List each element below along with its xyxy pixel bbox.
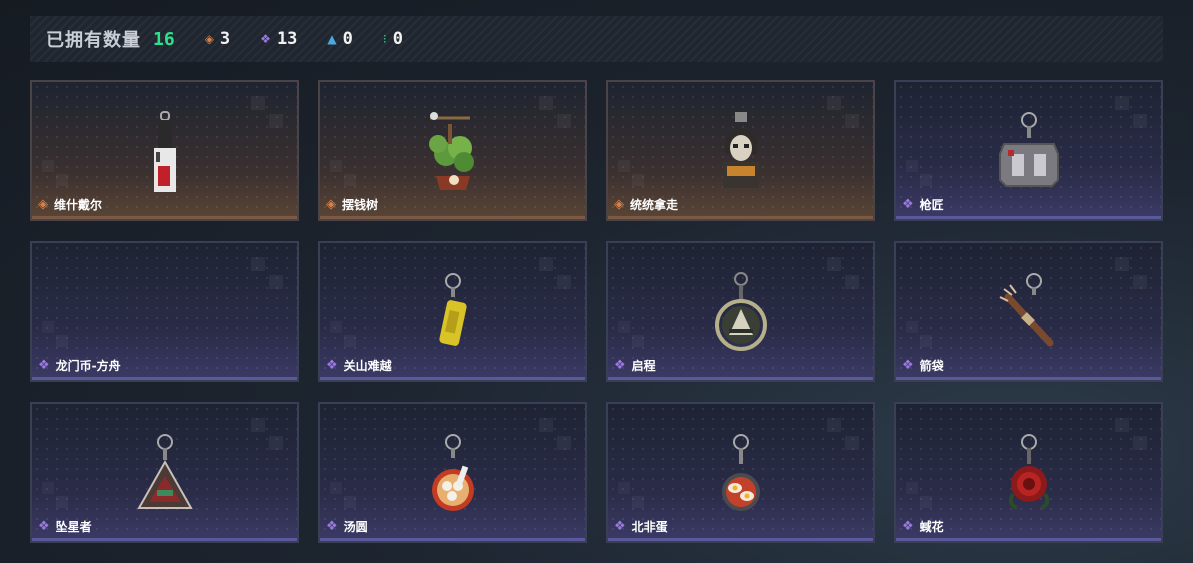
dots-green-icon: ⁝ xyxy=(382,32,387,46)
item-card[interactable]: ❖ 北非蛋 xyxy=(606,402,875,543)
item-name: 坠星者 xyxy=(55,520,92,534)
item-card[interactable]: ❖ 箭袋 xyxy=(894,241,1163,382)
item-name: 箭袋 xyxy=(919,359,944,373)
ring-medal-charm-icon xyxy=(714,272,767,351)
rarity-count-orange: 3 xyxy=(219,29,231,49)
rarity-stat-green: ⁝ 0 xyxy=(383,29,403,49)
red-rose-charm-icon xyxy=(1008,434,1049,510)
diamond-orange-icon: ◈ xyxy=(204,32,214,46)
item-name: 启程 xyxy=(631,359,656,373)
item-name: 枪匠 xyxy=(919,198,944,212)
triangles-blue-icon: ▲ xyxy=(327,32,337,46)
item-grid: ◈ 维什戴尔 ◈ 摆钱树 ◈ 统统拿走 ❖ 枪匠 ❖ 龙门币-方舟 ❖ 关山难越… xyxy=(30,80,1163,543)
item-card[interactable]: ◈ 摆钱树 xyxy=(318,80,587,221)
clover-purple-icon: ❖ xyxy=(260,32,271,46)
item-name: 摆钱树 xyxy=(342,198,379,212)
armor-plate-charm-icon xyxy=(998,112,1059,187)
item-card[interactable]: ◈ 维什戴尔 xyxy=(30,80,299,221)
item-card[interactable]: ❖ 启程 xyxy=(606,241,875,382)
triangle-badge-charm-icon xyxy=(136,434,193,509)
rarity-stat-orange: ◈ 3 xyxy=(205,29,230,49)
rarity-stat-blue: ▲ 0 xyxy=(327,29,352,49)
item-card[interactable]: ❖ 龙门币-方舟 xyxy=(30,241,299,382)
item-name: 北非蛋 xyxy=(631,520,668,534)
owned-summary-bar: 已拥有数量 16 ◈ 3 ❖ 13 ▲ 0 ⁝ 0 xyxy=(30,16,1163,62)
item-card[interactable]: ❖ 汤圆 xyxy=(318,402,587,543)
item-name: 汤圆 xyxy=(343,520,368,534)
yellow-can-charm-icon xyxy=(438,273,467,346)
rarity-stat-purple: ❖ 13 xyxy=(260,29,297,49)
mask-figure-charm-icon xyxy=(722,112,759,188)
item-card[interactable]: ◈ 统统拿走 xyxy=(606,80,875,221)
rarity-count-green: 0 xyxy=(392,29,403,49)
item-name: 关山难越 xyxy=(343,359,392,373)
item-card[interactable]: ❖ 坠星者 xyxy=(30,402,299,543)
rarity-count-purple: 13 xyxy=(276,29,298,49)
money-tree-charm-icon xyxy=(428,112,474,190)
item-card[interactable]: ❖ 关山难越 xyxy=(318,241,587,382)
dumpling-bowl-charm-icon xyxy=(431,434,474,511)
egg-pan-charm-icon xyxy=(721,434,760,511)
owned-count: 16 xyxy=(153,28,175,50)
rarity-count-blue: 0 xyxy=(342,29,353,49)
figure-charm-icon xyxy=(153,111,176,192)
owned-label: 已拥有数量 xyxy=(46,30,141,51)
item-name: 龙门币-方舟 xyxy=(55,359,121,373)
item-name: 统统拿走 xyxy=(630,198,679,212)
item-card[interactable]: ❖ 蜮花 xyxy=(894,402,1163,543)
item-card[interactable]: ❖ 枪匠 xyxy=(894,80,1163,221)
item-name: 蜮花 xyxy=(919,520,944,534)
arrows-charm-icon xyxy=(999,273,1053,347)
item-name: 维什戴尔 xyxy=(54,198,103,212)
